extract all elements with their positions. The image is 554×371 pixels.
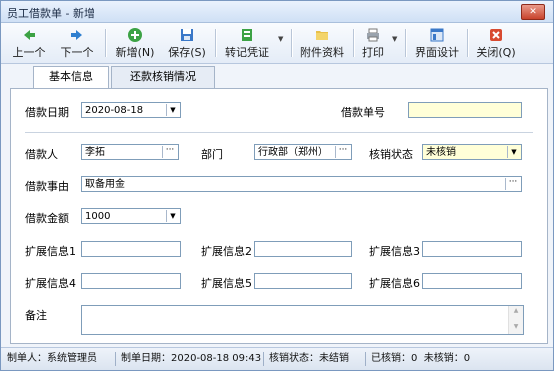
window-close-button[interactable]: ✕ [521, 4, 545, 20]
verify-status-label: 核销状态 [369, 148, 413, 161]
close-button[interactable]: 关闭(Q) [472, 25, 520, 61]
status-separator [115, 352, 116, 366]
ext3-label: 扩展信息3 [369, 245, 420, 258]
voucher-icon [242, 29, 252, 41]
amount-label: 借款金额 [25, 212, 69, 225]
layout-design-label: 界面设计 [415, 46, 459, 59]
voucher-dropdown-arrow[interactable]: ▼ [278, 35, 283, 43]
section-divider [25, 132, 533, 133]
reason-field[interactable]: 取备用金 ··· [81, 176, 522, 192]
window-title: 员工借款单 - 新增 [7, 7, 95, 20]
chevron-down-icon[interactable]: ▼ [507, 146, 520, 158]
amount-field[interactable]: 1000 ▼ [81, 208, 181, 224]
print-dropdown-arrow[interactable]: ▼ [392, 35, 397, 43]
arrow-right-icon [71, 30, 82, 40]
add-button[interactable]: 新增(N) [111, 25, 159, 61]
toolbar-separator [353, 29, 355, 57]
close-label: 关闭(Q) [476, 46, 516, 59]
print-label: 打印 [362, 46, 384, 59]
attachment-button[interactable]: 附件资料 [296, 25, 348, 61]
reason-label: 借款事由 [25, 180, 69, 193]
chevron-down-icon[interactable]: ▼ [166, 104, 179, 116]
toolbar-separator [405, 29, 407, 57]
verify-status-value: 未核销 [426, 147, 456, 158]
amount-value: 1000 [85, 211, 111, 222]
loan-no-label: 借款单号 [341, 106, 385, 119]
previous-button[interactable]: 上一个 [7, 25, 51, 61]
loan-date-value: 2020-08-18 [85, 105, 144, 116]
dept-value: 行政部（郑州） [258, 147, 328, 158]
status-separator [365, 352, 366, 366]
previous-label: 上一个 [12, 46, 46, 59]
memo-scrollbar[interactable]: ▲ ▼ [508, 306, 523, 334]
next-label: 下一个 [60, 46, 94, 59]
print-button[interactable]: 打印 [357, 25, 389, 61]
voucher-label: 转记凭证 [225, 46, 269, 59]
ext6-label: 扩展信息6 [369, 277, 420, 290]
ext1-field[interactable] [81, 241, 181, 257]
status-bar: 制单人：系统管理员 制单日期：2020-08-18 09:43 核销状态：未结销… [1, 347, 553, 370]
ext3-field[interactable] [422, 241, 522, 257]
toolbar-separator [215, 29, 217, 57]
borrower-label: 借款人 [25, 148, 58, 161]
scroll-up-icon[interactable]: ▲ [509, 306, 523, 316]
basic-info-panel: 借款日期 2020-08-18 ▼ 借款单号 借款人 李拓 ··· 部门 行政部… [10, 88, 548, 344]
toolbar-separator [467, 29, 469, 57]
arrow-left-icon [24, 30, 35, 40]
attachment-icon [316, 31, 328, 40]
status-creator: 制单人：系统管理员 [7, 353, 97, 364]
memo-textarea[interactable]: ▲ ▼ [81, 305, 524, 335]
verify-status-field[interactable]: 未核销 ▼ [422, 144, 522, 160]
ext5-label: 扩展信息5 [201, 277, 252, 290]
ellipsis-icon[interactable]: ··· [335, 146, 350, 158]
tab-repayment[interactable]: 还款核销情况 [111, 66, 215, 88]
ellipsis-icon[interactable]: ··· [505, 178, 520, 190]
borrower-field[interactable]: 李拓 ··· [81, 144, 179, 160]
voucher-button[interactable]: 转记凭证 [221, 25, 273, 61]
borrower-value: 李拓 [85, 147, 105, 158]
layout-design-button[interactable]: 界面设计 [411, 25, 463, 61]
scroll-down-icon[interactable]: ▼ [509, 322, 523, 332]
add-label: 新增(N) [115, 46, 155, 59]
status-created-date: 制单日期：2020-08-18 09:43 [121, 353, 262, 364]
ext2-field[interactable] [254, 241, 352, 257]
chevron-down-icon[interactable]: ▼ [166, 210, 179, 222]
reason-value: 取备用金 [85, 179, 125, 190]
next-button[interactable]: 下一个 [55, 25, 99, 61]
ext4-label: 扩展信息4 [25, 277, 76, 290]
dept-label: 部门 [201, 148, 223, 161]
ext6-field[interactable] [422, 273, 522, 289]
save-label: 保存(S) [168, 46, 206, 59]
save-icon [181, 29, 193, 41]
loan-no-field[interactable] [408, 102, 522, 118]
printer-icon [367, 28, 379, 42]
loan-date-label: 借款日期 [25, 106, 69, 119]
toolbar-separator [105, 29, 107, 57]
status-separator [263, 352, 264, 366]
toolbar: 上一个 下一个 新增(N) 保存(S) 转记凭证 ▼ 附件资料 打印 ▼ 界面设… [1, 23, 553, 64]
ext5-field[interactable] [254, 273, 352, 289]
add-icon [128, 28, 142, 42]
title-bar: 员工借款单 - 新增 ✕ [1, 1, 553, 23]
dept-field[interactable]: 行政部（郑州） ··· [254, 144, 352, 160]
attachment-label: 附件资料 [300, 46, 344, 59]
status-counts: 已核销：0 未核销：0 [371, 353, 471, 364]
save-button[interactable]: 保存(S) [163, 25, 211, 61]
ext2-label: 扩展信息2 [201, 245, 252, 258]
layout-design-icon [430, 28, 444, 42]
ext4-field[interactable] [81, 273, 181, 289]
close-icon [490, 29, 502, 41]
toolbar-separator [291, 29, 293, 57]
tab-basic-info[interactable]: 基本信息 [33, 66, 109, 89]
status-verify: 核销状态：未结销 [269, 353, 349, 364]
loan-form-window: 员工借款单 - 新增 ✕ 上一个 下一个 新增(N) 保存(S) 转记凭证 ▼ [0, 0, 554, 371]
loan-date-field[interactable]: 2020-08-18 ▼ [81, 102, 181, 118]
ellipsis-icon[interactable]: ··· [162, 146, 177, 158]
ext1-label: 扩展信息1 [25, 245, 76, 258]
memo-label: 备注 [25, 309, 47, 322]
